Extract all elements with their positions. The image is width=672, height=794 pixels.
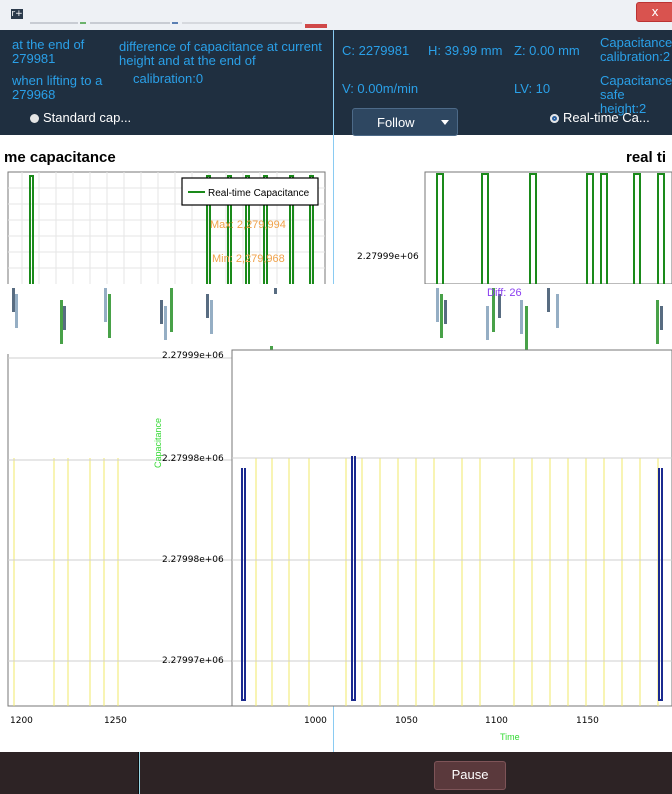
window-titlebar xyxy=(0,0,672,31)
app-icon: r+ xyxy=(11,9,23,19)
glitch-mark xyxy=(262,294,432,346)
glitch-mark xyxy=(444,300,447,324)
follow-label: Follow xyxy=(377,115,415,130)
y-tick-label: 2.27999e+06 xyxy=(162,351,224,361)
glitch-mark xyxy=(556,294,559,328)
legend-label: Real-time Capacitance xyxy=(208,188,310,199)
height-readout: H: 39.99 mm xyxy=(428,43,503,58)
right-chart-lower-frame xyxy=(231,349,672,707)
glitch-mark xyxy=(12,288,15,312)
capacitance-readout: C: 2279981 xyxy=(342,43,410,58)
glitch-mark xyxy=(436,288,439,322)
left-chart-title: me capacitance xyxy=(4,149,116,166)
end-calibration-label: at the end of xyxy=(12,37,85,52)
min-annotation: Min: 2,279,968 xyxy=(212,253,285,265)
lifting-label: when lifting to a xyxy=(12,73,103,88)
x-tick-label: 1100 xyxy=(485,716,508,726)
glitch-mark xyxy=(164,306,167,340)
x-tick-label: 1000 xyxy=(304,716,327,726)
capacitance-calibration-label: Capacitance xyxy=(600,35,672,50)
glitch-mark xyxy=(547,288,550,312)
pause-button[interactable]: Pause xyxy=(434,761,506,790)
bottom-toolbar xyxy=(0,752,672,794)
close-button[interactable]: x xyxy=(636,2,672,22)
glitch-mark xyxy=(63,306,66,330)
radio-dot-icon xyxy=(30,114,39,123)
end-calibration-value: 279981 xyxy=(12,51,56,66)
realtime-capacitance-radio[interactable]: Real-time Ca... xyxy=(550,110,650,125)
x-tick-label: 1150 xyxy=(576,716,599,726)
realtime-capacitance-label: Real-time Ca... xyxy=(563,110,650,125)
radio-selected-icon xyxy=(550,114,559,123)
right-chart-title: real ti xyxy=(626,149,667,166)
level-readout: LV: 10 xyxy=(514,81,551,96)
glitch-mark xyxy=(525,306,528,350)
standard-capacitance-radio[interactable]: Standard cap... xyxy=(30,110,131,125)
glitch-mark xyxy=(660,306,663,330)
titlebar-line xyxy=(80,22,86,24)
difference-value: calibration:0 xyxy=(133,71,204,86)
glitch-mark xyxy=(656,300,659,344)
diff-annotation: Diff: 26 xyxy=(487,287,522,299)
x-tick-label: 1200 xyxy=(10,716,33,726)
z-readout: Z: 0.00 mm xyxy=(514,43,580,58)
titlebar-marker xyxy=(305,24,327,28)
x-axis-label: Time xyxy=(500,732,520,742)
titlebar-line xyxy=(30,22,78,24)
glitch-mark xyxy=(206,294,209,318)
y-tick-label: 2.27998e+06 xyxy=(162,454,224,464)
max-annotation: Max: 2,279,994 xyxy=(210,219,286,231)
glitch-mark xyxy=(108,294,111,338)
chevron-down-icon xyxy=(441,120,449,125)
glitch-mark xyxy=(170,288,173,332)
velocity-readout: V: 0.00m/min xyxy=(342,81,419,96)
titlebar-line xyxy=(90,22,170,24)
capacitance-safe-height-label: Capacitance xyxy=(600,73,672,88)
follow-dropdown[interactable]: Follow xyxy=(352,108,458,136)
capacitance-calibration-value: calibration:2 xyxy=(600,49,671,64)
bottom-scroll-marker[interactable] xyxy=(139,752,140,794)
y-tick-label: 2.27998e+06 xyxy=(162,555,224,565)
glitch-mark xyxy=(210,300,213,334)
glitch-mark xyxy=(15,294,18,328)
capacitance-charts: Real-time Capacitance Max: 2,279,994 Min… xyxy=(0,171,672,742)
x-tick-label: 1250 xyxy=(104,716,127,726)
titlebar-line xyxy=(172,22,178,24)
glitch-mark xyxy=(160,300,163,324)
standard-capacitance-label: Standard cap... xyxy=(43,110,132,125)
difference-label-line2: height and at the end of xyxy=(119,53,256,68)
right-upper-y-tick: 2.27999e+06 xyxy=(357,252,419,262)
difference-label-line1: difference of capacitance at current xyxy=(119,39,322,54)
titlebar-line xyxy=(182,22,302,24)
left-info-panel: at the end of 279981 when lifting to a 2… xyxy=(0,30,333,135)
glitch-mark xyxy=(520,300,523,334)
glitch-mark xyxy=(60,300,63,344)
glitch-mark xyxy=(440,294,443,338)
lifting-value: 279968 xyxy=(12,87,56,102)
glitch-mark xyxy=(104,288,107,322)
y-tick-label: 2.27997e+06 xyxy=(162,656,224,666)
glitch-mark xyxy=(486,306,489,340)
x-tick-label: 1050 xyxy=(395,716,418,726)
